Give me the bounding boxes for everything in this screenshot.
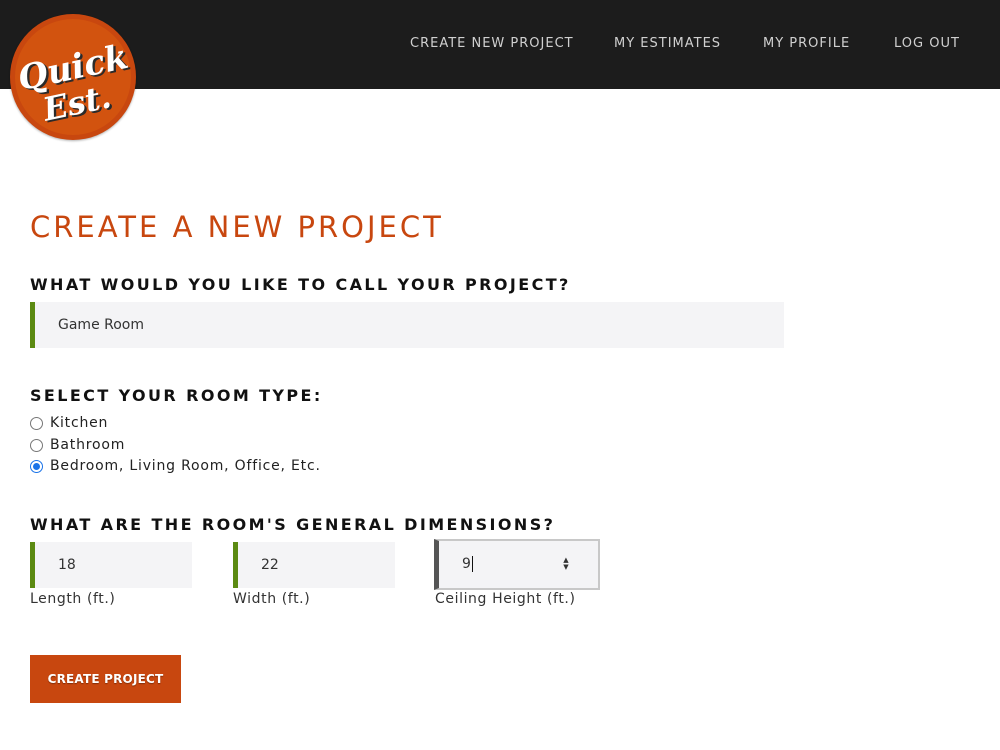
- radio-label-bedroom-living-office: Bedroom, Living Room, Office, Etc.: [50, 458, 321, 474]
- nav-log-out[interactable]: LOG OUT: [894, 36, 960, 52]
- spinner-down-icon[interactable]: ▼: [561, 564, 571, 571]
- project-name-question: WHAT WOULD YOU LIKE TO CALL YOUR PROJECT…: [30, 275, 571, 294]
- radio-bedroom-living-office[interactable]: [30, 459, 43, 473]
- project-name-input[interactable]: Game Room: [30, 302, 784, 348]
- quick-est-logo[interactable]: Quick Est.: [10, 14, 136, 140]
- ceiling-height-input[interactable]: 9 ▲ ▼: [434, 539, 600, 590]
- number-spinner[interactable]: ▲ ▼: [561, 557, 571, 571]
- radio-kitchen[interactable]: [30, 416, 43, 430]
- length-input[interactable]: 18: [30, 542, 192, 588]
- ceiling-height-value: 9: [462, 556, 471, 572]
- width-caption: Width (ft.): [233, 591, 311, 607]
- room-type-option-kitchen[interactable]: Kitchen: [30, 414, 108, 432]
- top-navigation-bar: CREATE NEW PROJECT MY ESTIMATES MY PROFI…: [0, 0, 1000, 89]
- create-project-button[interactable]: CREATE PROJECT: [30, 655, 181, 703]
- dimensions-question: WHAT ARE THE ROOM'S GENERAL DIMENSIONS?: [30, 515, 556, 534]
- nav-my-profile[interactable]: MY PROFILE: [763, 36, 850, 52]
- radio-label-bathroom: Bathroom: [50, 437, 126, 453]
- nav-create-new-project[interactable]: CREATE NEW PROJECT: [410, 36, 574, 52]
- ceiling-height-caption: Ceiling Height (ft.): [435, 591, 576, 607]
- room-type-question: SELECT YOUR ROOM TYPE:: [30, 386, 323, 405]
- width-input[interactable]: 22: [233, 542, 395, 588]
- length-caption: Length (ft.): [30, 591, 116, 607]
- room-type-option-bathroom[interactable]: Bathroom: [30, 436, 125, 454]
- page-title: CREATE A NEW PROJECT: [30, 210, 444, 244]
- room-type-option-bedroom-living-office[interactable]: Bedroom, Living Room, Office, Etc.: [30, 457, 321, 475]
- text-cursor: [471, 556, 473, 572]
- nav-my-estimates[interactable]: MY ESTIMATES: [614, 36, 721, 52]
- radio-label-kitchen: Kitchen: [50, 415, 109, 431]
- radio-bathroom[interactable]: [30, 438, 43, 452]
